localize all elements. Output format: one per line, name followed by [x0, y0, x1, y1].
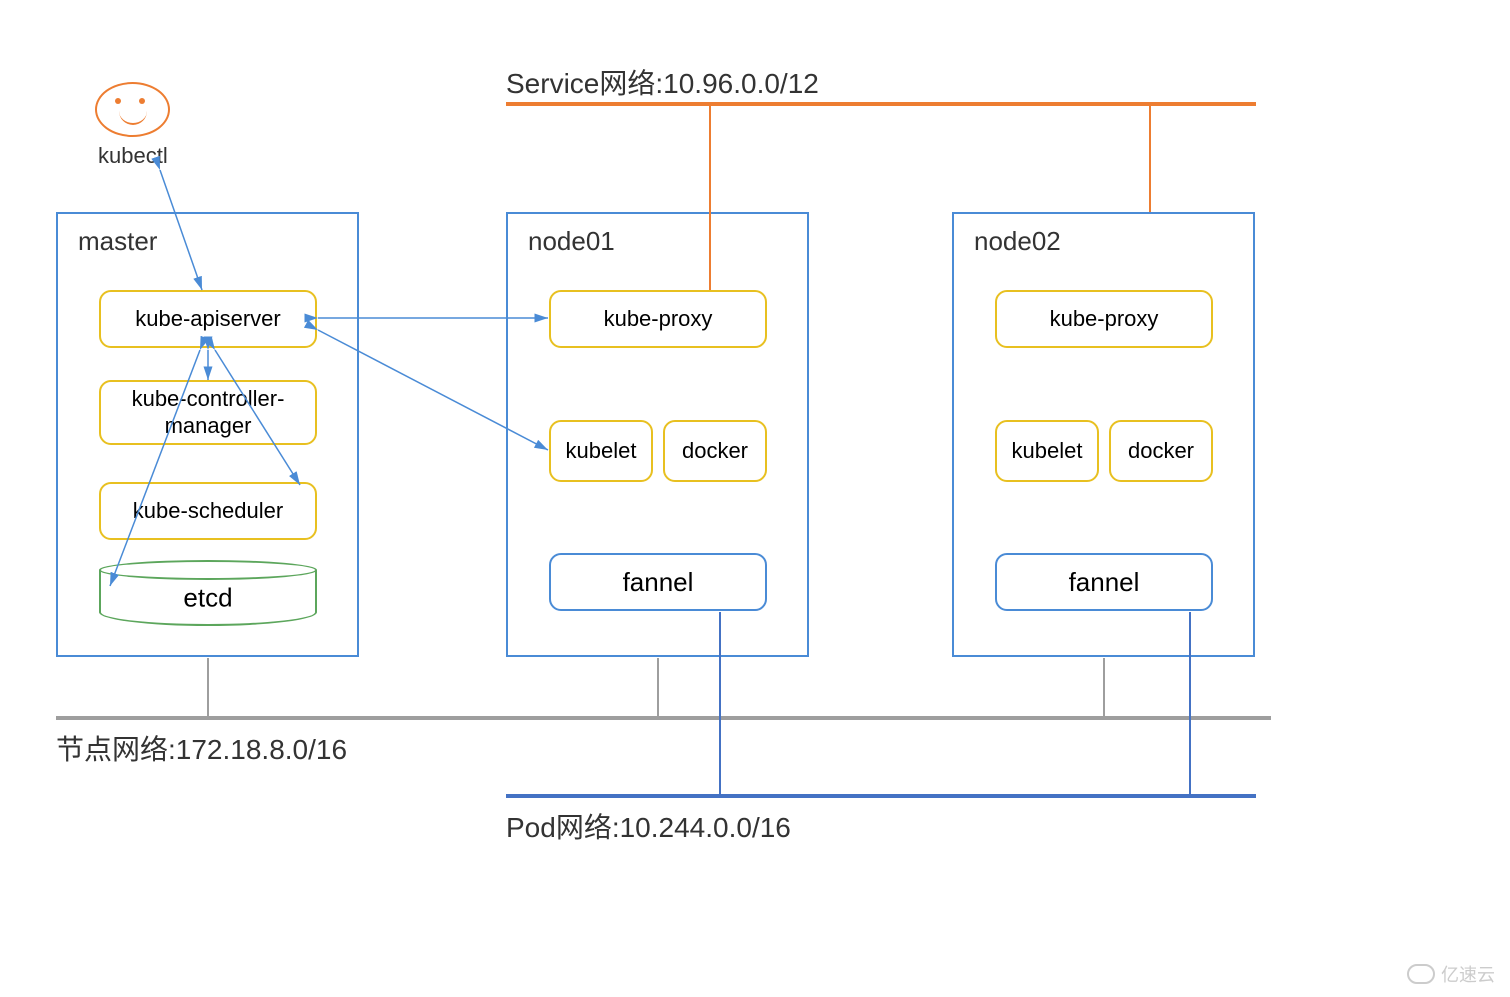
node01-kubelet-box: kubelet [549, 420, 653, 482]
node02-kubeproxy-box: kube-proxy [995, 290, 1213, 348]
kubectl-label: kubectl [98, 143, 168, 169]
pod-network-label: Pod网络:10.244.0.0/16 [506, 806, 791, 846]
pod-network-line [506, 794, 1256, 798]
node02-docker-box: docker [1109, 420, 1213, 482]
node01-flannel-box: fannel [549, 553, 767, 611]
node-network-line [56, 716, 1271, 720]
service-network-line [506, 102, 1256, 106]
node02-kubelet-box: kubelet [995, 420, 1099, 482]
node01-kubeproxy-box: kube-proxy [549, 290, 767, 348]
node01-docker-box: docker [663, 420, 767, 482]
node02-title: node02 [974, 226, 1061, 257]
node02-flannel-box: fannel [995, 553, 1213, 611]
etcd-cylinder: etcd [99, 570, 317, 626]
kube-apiserver-box: kube-apiserver [99, 290, 317, 348]
node-network-label: 节点网络:172.18.8.0/16 [56, 728, 347, 768]
node01-title: node01 [528, 226, 615, 257]
etcd-label: etcd [99, 583, 317, 614]
kube-controller-box: kube-controller-manager [99, 380, 317, 445]
kube-scheduler-box: kube-scheduler [99, 482, 317, 540]
master-title: master [78, 226, 157, 257]
watermark-text: 亿速云 [1441, 961, 1495, 987]
kubectl-user-icon [95, 82, 170, 137]
diagram-canvas: Service网络:10.96.0.0/12 节点网络:172.18.8.0/1… [0, 0, 1510, 997]
watermark-icon [1407, 964, 1435, 984]
service-network-label: Service网络:10.96.0.0/12 [506, 62, 819, 102]
watermark: 亿速云 [1407, 961, 1495, 987]
